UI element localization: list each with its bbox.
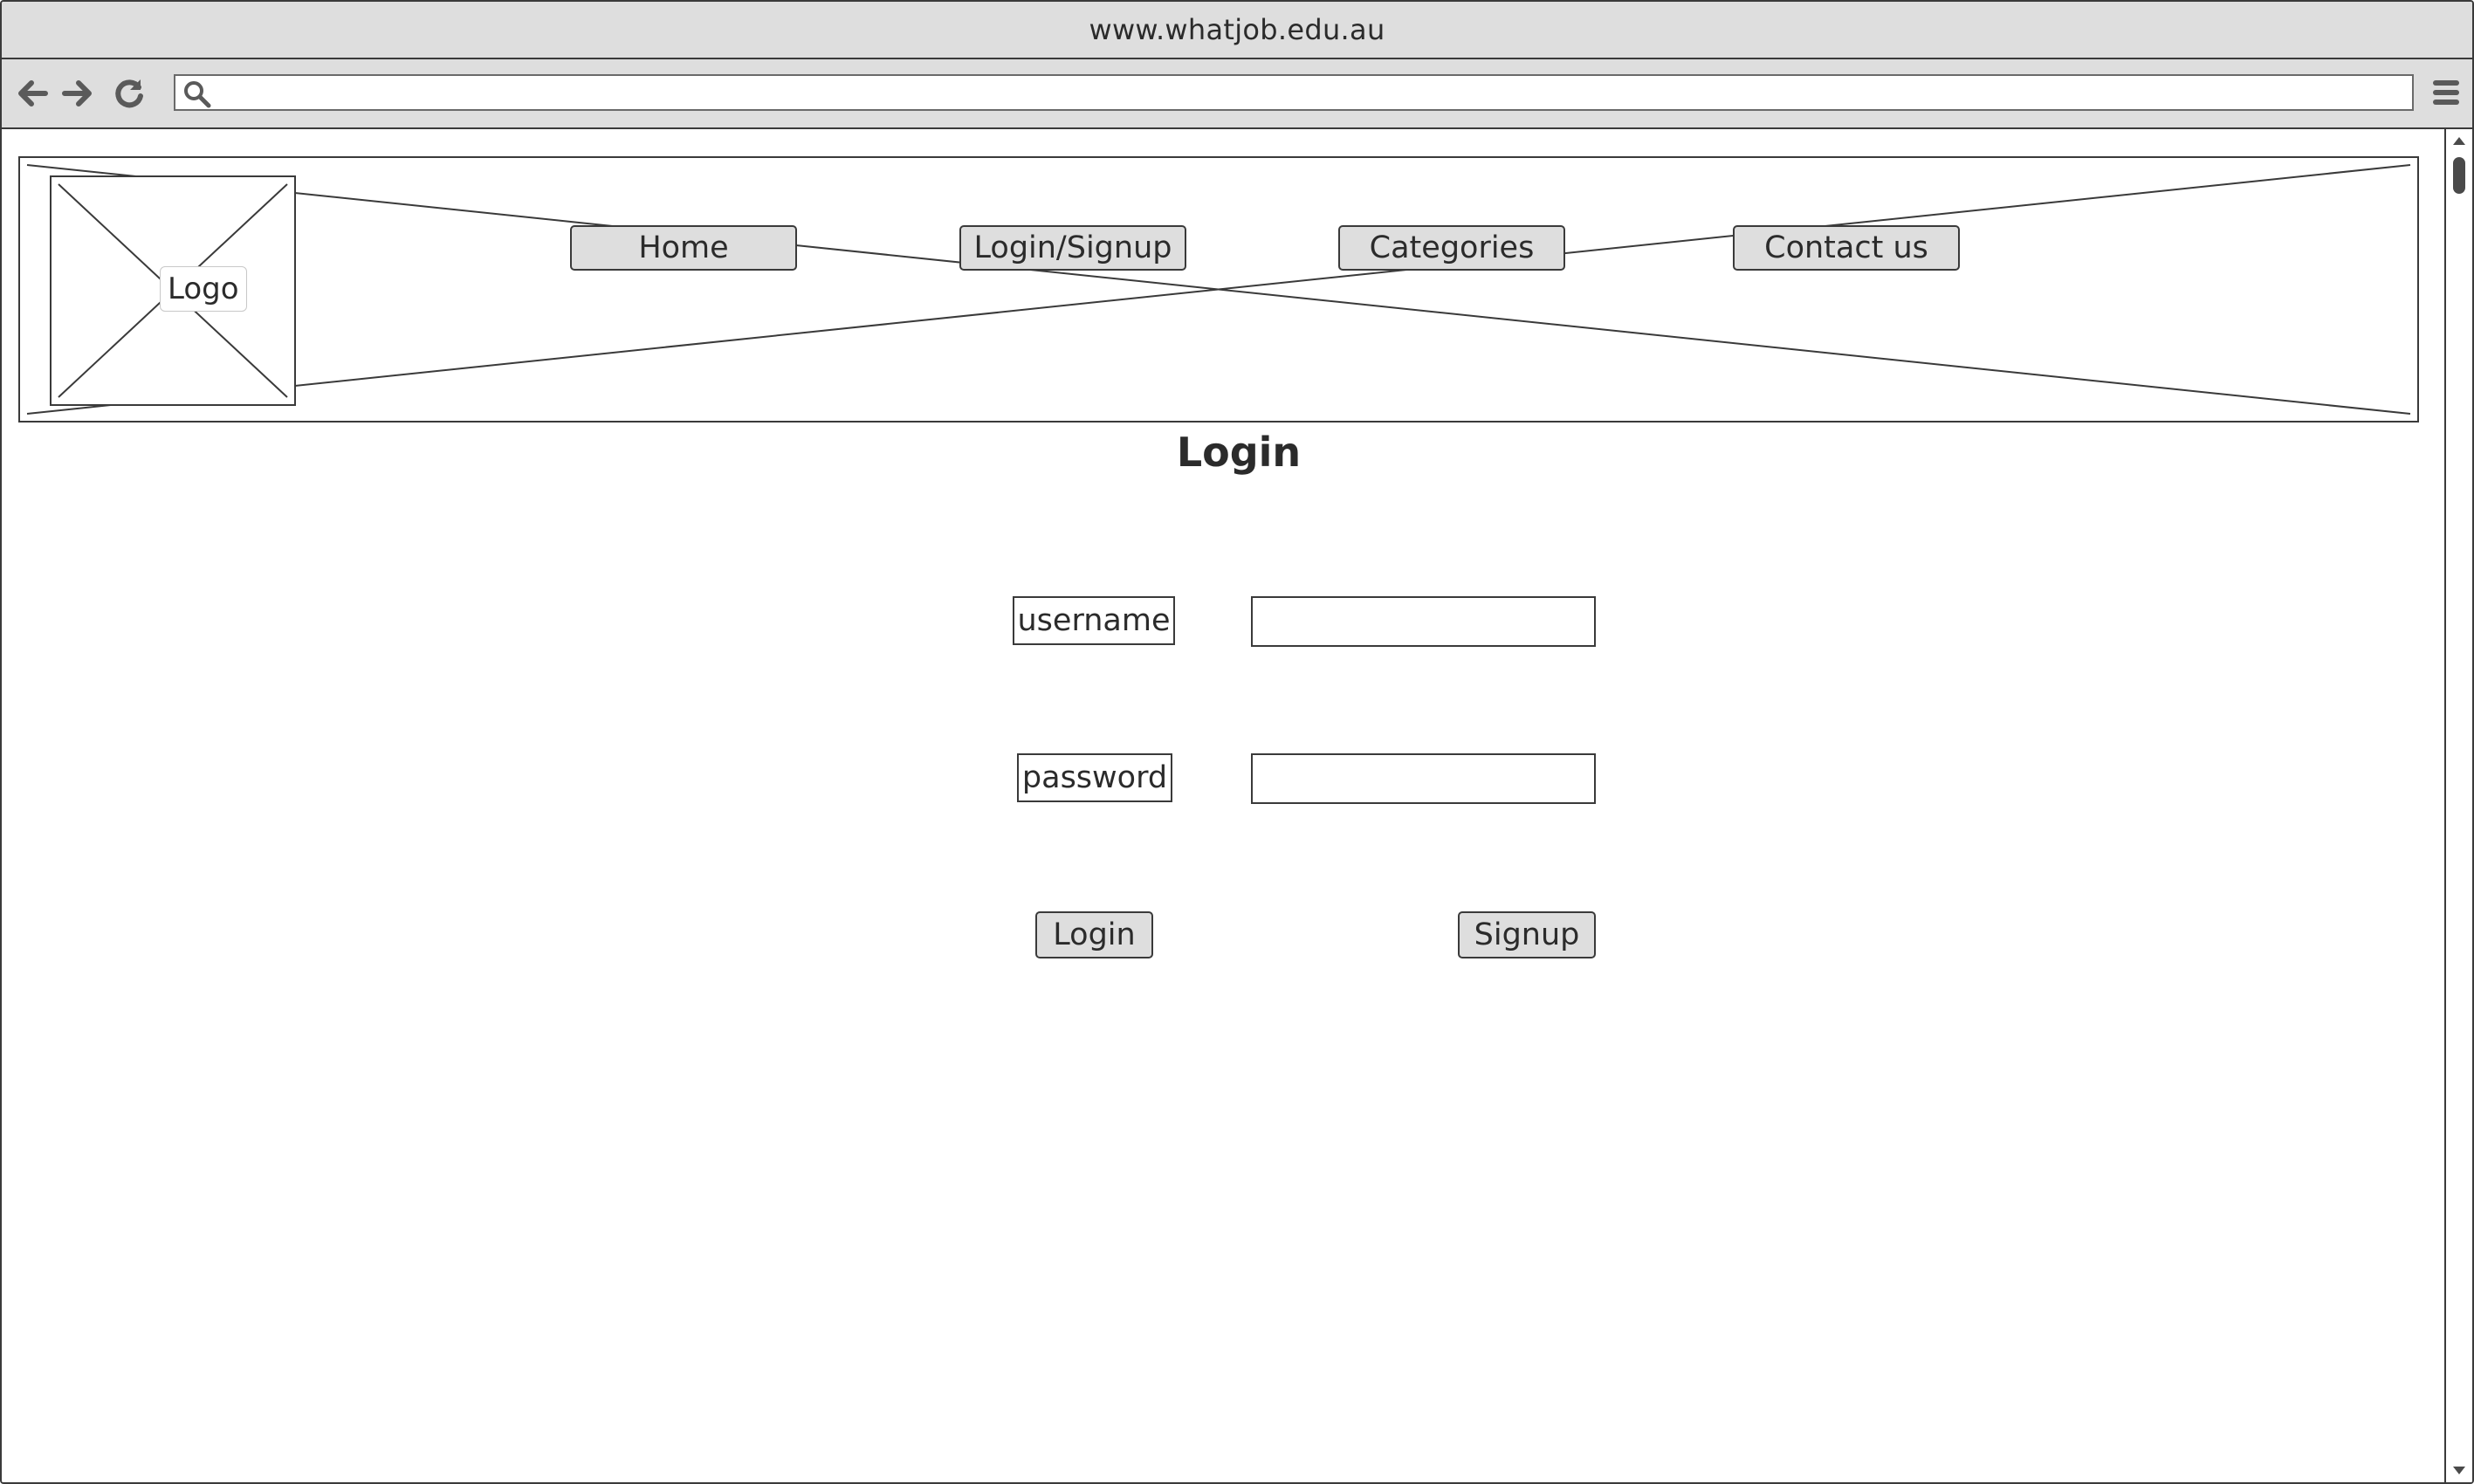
hamburger-menu-icon[interactable]: [2430, 76, 2462, 109]
username-label: username: [1013, 596, 1175, 645]
forward-arrow-icon[interactable]: [59, 75, 96, 112]
nav-categories-button[interactable]: Categories: [1338, 225, 1565, 271]
scrollbar-thumb[interactable]: [2453, 157, 2465, 194]
search-icon: [182, 79, 212, 109]
signup-button[interactable]: Signup: [1458, 911, 1596, 958]
username-input[interactable]: [1251, 596, 1596, 647]
address-bar[interactable]: [174, 74, 2414, 111]
browser-title-bar: www.whatjob.edu.au: [2, 2, 2472, 59]
browser-window: www.whatjob.edu.au Logo Home Login/Signu…: [0, 0, 2474, 1484]
back-arrow-icon[interactable]: [14, 75, 51, 112]
nav-contact-us-button[interactable]: Contact us: [1733, 225, 1960, 271]
nav-login-signup-button[interactable]: Login/Signup: [959, 225, 1186, 271]
vertical-scrollbar[interactable]: [2444, 129, 2472, 1482]
reload-icon[interactable]: [111, 75, 148, 112]
browser-toolbar: [2, 59, 2472, 129]
logo-label: Logo: [160, 266, 247, 312]
scroll-up-arrow-icon[interactable]: [2451, 134, 2467, 147]
password-input[interactable]: [1251, 753, 1596, 804]
password-label: password: [1017, 753, 1172, 802]
banner-placeholder-cross: [26, 164, 2411, 415]
nav-home-button[interactable]: Home: [570, 225, 797, 271]
header-banner-placeholder: Logo Home Login/Signup Categories Contac…: [18, 156, 2419, 423]
page-content: Logo Home Login/Signup Categories Contac…: [2, 129, 2472, 1482]
page-title: Login: [1176, 429, 1302, 476]
logo-image-placeholder[interactable]: Logo: [50, 175, 296, 406]
scroll-down-arrow-icon[interactable]: [2451, 1465, 2467, 1477]
window-title-url: www.whatjob.edu.au: [1089, 13, 1385, 46]
login-button[interactable]: Login: [1035, 911, 1153, 958]
